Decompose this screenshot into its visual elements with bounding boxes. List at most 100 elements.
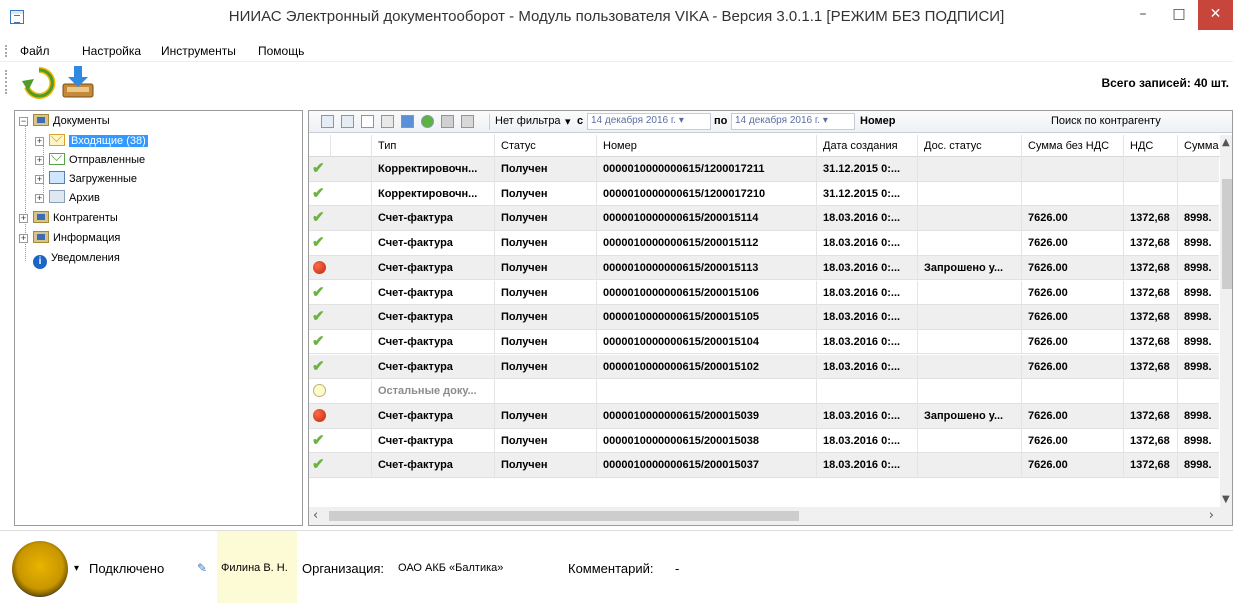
table-row[interactable]: Счет-фактураПолучен0000010000000615/2000… xyxy=(309,453,1219,478)
cell-type: Корректировочн... xyxy=(372,181,495,206)
total-records: Всего записей: 40 шт. xyxy=(1101,76,1229,90)
expand-icon[interactable]: + xyxy=(35,156,44,165)
expand-icon[interactable]: + xyxy=(35,137,44,146)
table-row[interactable]: Счет-фактураПолучен0000010000000615/2000… xyxy=(309,231,1219,256)
col-icon[interactable] xyxy=(309,135,331,157)
columns-icon[interactable] xyxy=(341,115,354,128)
table-row[interactable]: Счет-фактураПолучен0000010000000615/2000… xyxy=(309,428,1219,454)
vertical-scrollbar[interactable]: ▲ ▼ xyxy=(1220,135,1232,507)
new-doc-icon[interactable] xyxy=(361,115,374,128)
table-row[interactable]: Счет-фактураПолучен0000010000000615/2000… xyxy=(309,329,1219,355)
status-bar: ▾ Подключено ✎ Филина В. Н. Организация:… xyxy=(0,530,1233,603)
cell-blank xyxy=(331,379,372,404)
menu-file[interactable]: Файл xyxy=(20,44,50,58)
tree-item-incoming[interactable]: + Входящие (38) xyxy=(35,133,148,151)
expand-icon[interactable]: + xyxy=(35,175,44,184)
print-icon[interactable] xyxy=(441,115,454,128)
tree-item-archive[interactable]: + Архив xyxy=(35,190,100,208)
minimize-button[interactable]: – xyxy=(1126,0,1160,30)
view-icon[interactable] xyxy=(321,115,334,128)
cell-sum: 7626.00 xyxy=(1022,354,1124,379)
collapse-icon[interactable]: − xyxy=(19,117,28,126)
number-filter-label[interactable]: Номер xyxy=(860,115,896,127)
group-row[interactable]: Остальные доку... xyxy=(309,379,1219,404)
tree-item-uploaded[interactable]: + Загруженные xyxy=(35,171,137,189)
main-toolbar: Всего записей: 40 шт. xyxy=(0,62,1233,104)
table-row[interactable]: Корректировочн...Получен0000010000000615… xyxy=(309,181,1219,207)
refresh-icon[interactable] xyxy=(22,66,56,100)
cell-doc-status xyxy=(918,428,1022,453)
cell-doc-status xyxy=(918,181,1022,206)
col-total[interactable]: Сумма xyxy=(1178,135,1223,157)
export-icon[interactable] xyxy=(461,115,474,128)
approve-icon[interactable] xyxy=(421,115,434,128)
save-icon[interactable] xyxy=(401,115,414,128)
from-label: с xyxy=(577,115,584,127)
table-row[interactable]: Счет-фактураПолучен0000010000000615/2000… xyxy=(309,404,1219,429)
check-icon xyxy=(312,334,328,350)
to-date-picker[interactable]: 14 декабря 2016 г. ▾ xyxy=(731,113,855,130)
expand-icon[interactable]: + xyxy=(19,234,28,243)
cell-date: 18.03.2016 0:... xyxy=(817,206,918,231)
horizontal-scrollbar[interactable]: ‹ › xyxy=(309,507,1232,525)
folder-icon xyxy=(33,114,49,126)
cell-doc-status: Запрошено у... xyxy=(918,255,1022,280)
tree-item-contractors[interactable]: + Контрагенты xyxy=(17,210,118,228)
col-sum[interactable]: Сумма без НДС xyxy=(1022,135,1124,157)
menu-tools[interactable]: Инструменты xyxy=(161,44,236,58)
col-status[interactable]: Статус xyxy=(495,135,597,157)
cell-status: Получен xyxy=(495,428,597,453)
folder-icon xyxy=(33,211,49,223)
cell-total: 8998. xyxy=(1178,281,1219,305)
col-blank[interactable] xyxy=(331,135,372,157)
menu-help[interactable]: Помощь xyxy=(258,44,304,58)
cell-total: 8998. xyxy=(1178,355,1219,379)
cell-sum: 7626.00 xyxy=(1022,305,1124,330)
close-button[interactable]: ✕ xyxy=(1198,0,1233,30)
chevron-down-icon[interactable]: ▾ xyxy=(74,563,79,574)
table-row[interactable]: Счет-фактураПолучен0000010000000615/2000… xyxy=(309,280,1219,305)
download-icon[interactable] xyxy=(60,64,96,100)
col-type[interactable]: Тип xyxy=(372,135,495,157)
grid-toolbar: Нет фильтра ▾ с 14 декабря 2016 г. ▾ по … xyxy=(309,111,1232,133)
menu-bar: Файл Настройка Инструменты Помощь xyxy=(0,40,1233,62)
filter-select[interactable]: Нет фильтра xyxy=(495,115,561,127)
cell-total: 8998. xyxy=(1178,256,1219,280)
tree-item-sent[interactable]: + Отправленные xyxy=(35,152,145,170)
cell-sum: 7626.00 xyxy=(1022,428,1124,453)
tree-item-information[interactable]: + Информация xyxy=(17,230,120,248)
cell-date: 31.12.2015 0:... xyxy=(817,157,918,181)
from-date-picker[interactable]: 14 декабря 2016 г. ▾ xyxy=(587,113,711,130)
cell-sum: 7626.00 xyxy=(1022,404,1124,428)
connection-indicator-icon[interactable] xyxy=(12,541,68,597)
chevron-down-icon[interactable]: ▾ xyxy=(565,115,571,128)
cell-date: 18.03.2016 0:... xyxy=(817,354,918,379)
col-vat[interactable]: НДС xyxy=(1124,135,1178,157)
tree-item-notifications[interactable]: i Уведомления xyxy=(17,250,120,269)
cell-type: Счет-фактура xyxy=(372,404,495,428)
table-row[interactable]: Счет-фактураПолучен0000010000000615/2000… xyxy=(309,206,1219,231)
col-number[interactable]: Номер xyxy=(597,135,817,157)
expand-icon[interactable]: + xyxy=(35,194,44,203)
sign-icon[interactable] xyxy=(381,115,394,128)
cell-number: 0000010000000615/200015112 xyxy=(597,231,817,256)
contractor-search[interactable]: Поиск по контрагенту xyxy=(1051,115,1161,127)
menu-settings[interactable]: Настройка xyxy=(82,44,141,58)
table-row[interactable]: Счет-фактураПолучен0000010000000615/2000… xyxy=(309,354,1219,380)
scroll-thumb[interactable] xyxy=(329,511,799,521)
navigation-tree: − Документы + Входящие (38) + Отправленн… xyxy=(14,110,303,526)
tree-item-documents[interactable]: − Документы xyxy=(17,113,110,131)
check-icon xyxy=(312,359,328,375)
table-row[interactable]: Корректировочн...Получен0000010000000615… xyxy=(309,157,1219,182)
table-row[interactable]: Счет-фактураПолучен0000010000000615/2000… xyxy=(309,255,1219,281)
table-row[interactable]: Счет-фактураПолучен0000010000000615/2000… xyxy=(309,305,1219,330)
scroll-thumb[interactable] xyxy=(1222,179,1232,289)
col-doc-status[interactable]: Дос. статус xyxy=(918,135,1022,157)
col-date[interactable]: Дата создания xyxy=(817,135,918,157)
archive-icon xyxy=(49,190,65,203)
cell-date: 18.03.2016 0:... xyxy=(817,428,918,453)
cell-status: Получен xyxy=(495,305,597,330)
expand-icon[interactable]: + xyxy=(19,214,28,223)
cell-blank xyxy=(331,255,372,280)
maximize-button[interactable]: □ xyxy=(1162,0,1196,30)
